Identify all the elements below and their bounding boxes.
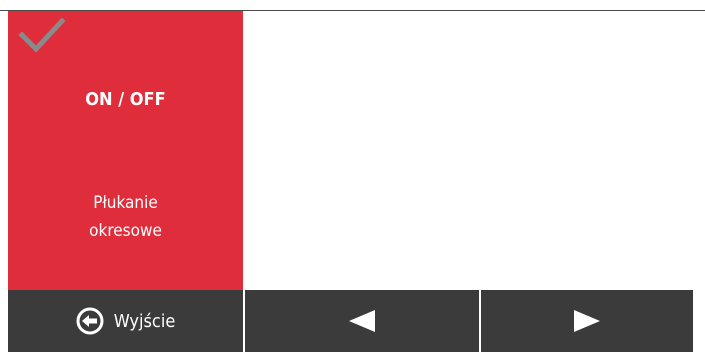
exit-button-content: Wyjście: [76, 307, 176, 335]
footer-bar: Wyjście: [8, 290, 693, 352]
next-button[interactable]: [481, 290, 693, 352]
tile-label-line1: Płukanie: [93, 193, 158, 213]
checkmark-icon: [18, 17, 66, 53]
exit-label: Wyjście: [113, 310, 176, 332]
triangle-left-icon: [349, 310, 375, 332]
tile-label: Płukanie okresowe: [8, 189, 243, 245]
periodic-rinse-tile[interactable]: ON / OFF Płukanie okresowe: [8, 11, 243, 290]
previous-button[interactable]: [245, 290, 479, 352]
exit-button[interactable]: Wyjście: [8, 290, 243, 352]
on-off-label: ON / OFF: [85, 89, 166, 110]
triangle-right-icon: [574, 310, 600, 332]
screen: ON / OFF Płukanie okresowe Wyjście: [0, 0, 705, 352]
exit-arrow-icon: [76, 307, 104, 335]
tile-label-line2: okresowe: [89, 221, 162, 241]
